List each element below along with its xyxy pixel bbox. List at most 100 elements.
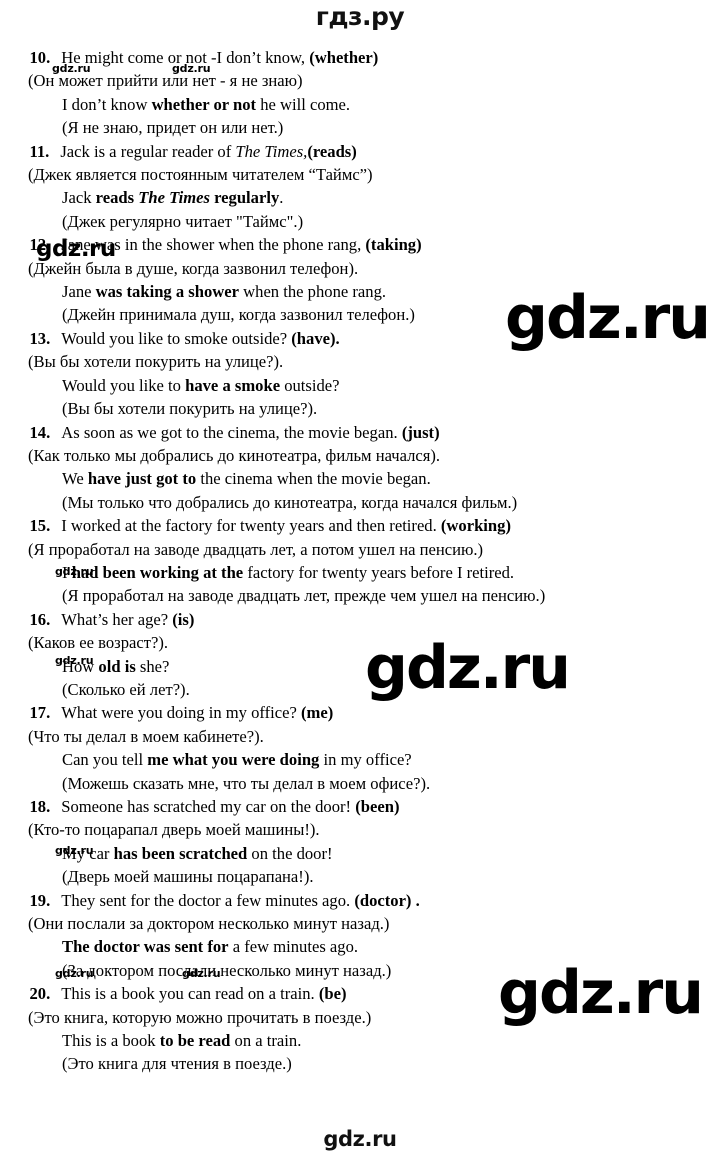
plain-text: Jack [62, 188, 96, 208]
exercise-answer-en: Jack reads The Times regularly. [0, 186, 720, 209]
exercise-answer-en: I don’t know whether or not he will come… [0, 93, 720, 116]
exercise-prompt-ru: (Он может прийти или нет - я не знаю) [0, 69, 720, 92]
exercise-answer-ru: (Вы бы хотели покурить на улице?). [0, 397, 720, 420]
exercise-prompt-ru: (Вы бы хотели покурить на улице?). [0, 350, 720, 373]
plain-text: Would you like to smoke outside? [61, 328, 292, 348]
plain-text: (Я не знаю, придет он или нет.) [62, 118, 284, 138]
plain-text: (Как только мы добрались до кинотеатра, … [28, 445, 441, 465]
exercise-number: 13. [29, 328, 51, 348]
title-text: The Times, [235, 141, 308, 161]
emphasised-text: have just got to [87, 469, 197, 489]
exercise-prompt-en: 12. Jane was in the shower when the phone… [0, 233, 720, 256]
exercise-answer-ru: (Я не знаю, придет он или нет.) [0, 116, 720, 139]
plain-text: (Джейн была в душе, когда зазвонил телеф… [28, 258, 359, 278]
plain-text: (Что ты делал в моем кабинете?). [28, 726, 264, 746]
plain-text: on a train. [230, 1031, 302, 1051]
exercise-item: 10. He might come or not -I don’t know, (… [0, 46, 720, 140]
plain-text: (Это книга, которую можно прочитать в по… [28, 1007, 372, 1027]
emphasised-text: whether or not [151, 94, 257, 114]
plain-text: Jack is a regular reader of [60, 141, 236, 161]
exercise-prompt-en: 10. He might come or not -I don’t know, (… [0, 46, 720, 69]
exercise-number: 19. [29, 890, 51, 910]
exercise-number: 17. [29, 703, 51, 723]
emphasised-text: regularly [209, 188, 280, 208]
emphasised-text: (just) [401, 422, 440, 442]
exercise-list: 10. He might come or not -I don’t know, (… [0, 46, 720, 1076]
plain-text: on the door! [247, 843, 333, 863]
exercise-prompt-en: 18. Someone has scratched my car on the d… [0, 795, 720, 818]
plain-text: . [279, 188, 284, 208]
plain-text: I don’t know [62, 94, 152, 114]
emphasised-text: (whether) [309, 48, 379, 67]
emphasised-text: reads [95, 188, 139, 208]
plain-text: Can you tell [62, 750, 148, 770]
plain-text: a few minutes ago. [228, 937, 359, 957]
plain-text: This is a book [62, 1031, 160, 1051]
emphasised-text: was taking a shower [95, 282, 240, 302]
plain-text: He might come or not -I don’t know, [61, 48, 310, 67]
plain-text: Someone has scratched my car on the door… [61, 797, 356, 816]
emphasised-text: (is) [172, 609, 195, 629]
plain-text: Jane was in the shower when the phone ra… [61, 235, 366, 255]
exercise-prompt-en: 11. Jack is a regular reader of The Times… [0, 140, 720, 163]
exercise-answer-en: My car has been scratched on the door! [0, 842, 720, 865]
exercise-number: 16. [29, 609, 51, 629]
exercise-answer-en: The doctor was sent for a few minutes ag… [0, 935, 720, 958]
exercise-prompt-ru: (Джейн была в душе, когда зазвонил телеф… [0, 257, 720, 280]
exercise-prompt-en: 17. What were you doing in my office? (me… [0, 701, 720, 724]
plain-text: What’s her age? [61, 609, 173, 629]
exercise-prompt-en: 20. This is a book you can read on a trai… [0, 982, 720, 1005]
site-header-logo: гдз.ру [315, 2, 405, 31]
title-text: The Times [138, 188, 210, 208]
exercise-prompt-ru: (Кто-то поцарапал дверь моей машины!). [0, 818, 720, 841]
plain-text: (За доктором послали несколько минут наз… [62, 960, 392, 980]
exercise-number: 10. [29, 48, 51, 67]
exercise-prompt-ru: (Каков ее возраст?). [0, 631, 720, 654]
emphasised-text: (me) [301, 703, 334, 723]
exercise-item: 14. As soon as we got to the cinema, the … [0, 421, 720, 515]
plain-text: (Это книга для чтения в поезде.) [62, 1054, 292, 1074]
exercise-prompt-en: 16. What’s her age? (is) [0, 608, 720, 631]
exercise-prompt-ru: (Это книга, которую можно прочитать в по… [0, 1006, 720, 1029]
plain-text: (Каков ее возраст?). [28, 633, 169, 653]
emphasised-text: to be read [159, 1031, 231, 1051]
exercise-item: 18. Someone has scratched my car on the d… [0, 795, 720, 889]
exercise-answer-ru: (Сколько ей лет?). [0, 678, 720, 701]
exercise-item: 11. Jack is a regular reader of The Times… [0, 140, 720, 234]
plain-text: I worked at the factory for twenty years… [61, 516, 441, 536]
plain-text: (Кто-то поцарапал дверь моей машины!). [28, 820, 320, 840]
plain-text: (Я проработал на заводе двадцать лет, а … [28, 539, 484, 559]
exercise-number: 15. [29, 516, 51, 536]
emphasised-text: had been working at the [71, 562, 244, 582]
exercise-answer-en: We have just got to the cinema when the … [0, 467, 720, 490]
exercise-answer-ru: (Я проработал на заводе двадцать лет, пр… [0, 584, 720, 607]
exercise-number: 11. [29, 141, 50, 161]
emphasised-text: (have). [291, 328, 340, 348]
plain-text: (Я проработал на заводе двадцать лет, пр… [62, 586, 546, 606]
plain-text: when the phone rang. [239, 282, 387, 302]
exercise-item: 20. This is a book you can read on a trai… [0, 982, 720, 1076]
plain-text: As soon as we got to the cinema, the mov… [61, 422, 402, 442]
emphasised-text: (doctor) . [354, 890, 420, 910]
plain-text: he will come. [256, 94, 351, 114]
emphasised-text: The doctor was sent for [62, 937, 229, 957]
exercise-number: 18. [29, 797, 51, 816]
emphasised-text: (be) [318, 984, 347, 1004]
plain-text: (Сколько ей лет?). [62, 679, 190, 699]
exercise-number: 14. [29, 422, 51, 442]
plain-text: My car [62, 843, 114, 863]
exercise-item: 19. They sent for the doctor a few minute… [0, 889, 720, 983]
plain-text: (Можешь сказать мне, что ты делал в моем… [62, 773, 431, 793]
plain-text: the cinema when the movie began. [196, 469, 431, 489]
plain-text: outside? [280, 375, 340, 395]
emphasised-text: (been) [355, 797, 400, 816]
exercise-item: 12. Jane was in the shower when the phone… [0, 233, 720, 327]
plain-text: (Мы только что добрались до кинотеатра, … [62, 492, 518, 512]
exercise-number: 20. [29, 984, 51, 1004]
plain-text: she? [135, 656, 170, 676]
plain-text: I [62, 562, 72, 582]
exercise-item: 15. I worked at the factory for twenty ye… [0, 514, 720, 608]
exercise-answer-en: Can you tell me what you were doing in m… [0, 748, 720, 771]
exercise-prompt-ru: (Джек является постоянным читателем “Тай… [0, 163, 720, 186]
exercise-answer-en: How old is she? [0, 655, 720, 678]
